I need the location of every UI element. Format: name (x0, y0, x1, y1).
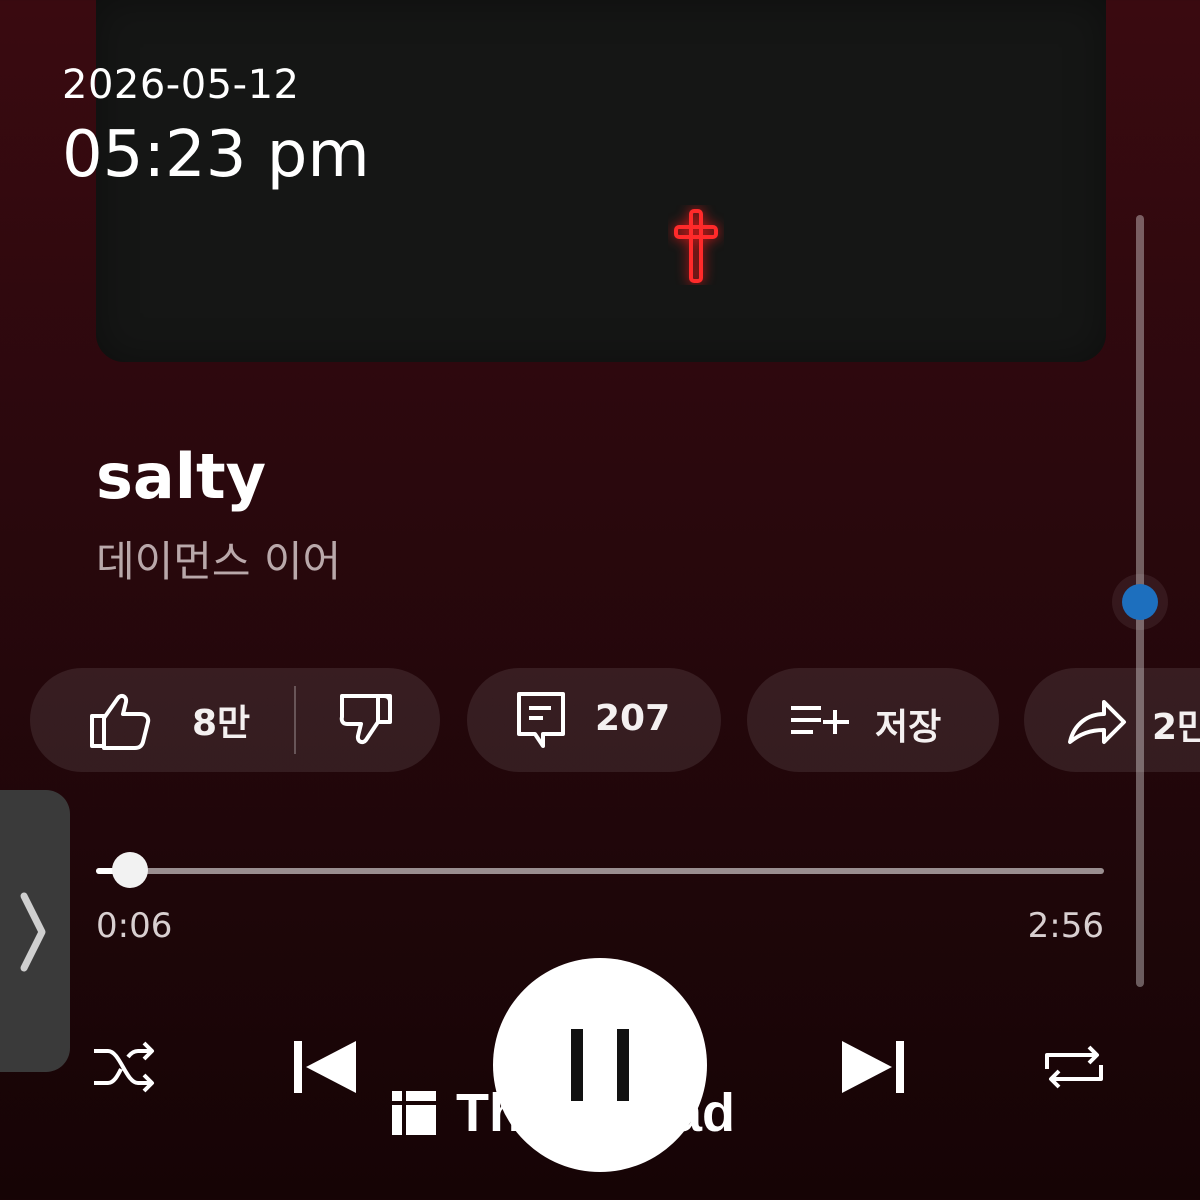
elapsed-time: 0:06 (96, 906, 173, 946)
watermark-logo-icon (392, 1091, 436, 1135)
track-artist[interactable]: 데이먼스 이어 (96, 528, 341, 589)
share-button[interactable]: 2만 (1024, 668, 1200, 772)
status-date: 2026-05-12 (62, 62, 300, 108)
share-icon (1068, 700, 1126, 744)
comment-count: 207 (595, 698, 671, 739)
like-button[interactable]: 8만 (86, 668, 250, 772)
playlist-add-icon (791, 706, 849, 734)
save-button[interactable]: 저장 (747, 668, 999, 772)
vertical-slider-thumb[interactable] (1122, 584, 1158, 620)
next-icon (842, 1041, 904, 1093)
repeat-button[interactable] (1040, 1034, 1108, 1100)
shuffle-button[interactable] (92, 1034, 158, 1100)
like-count: 8만 (192, 703, 251, 744)
thumbs-up-icon (90, 693, 151, 750)
total-duration: 2:56 (1027, 906, 1104, 946)
comments-button[interactable]: 207 (467, 668, 721, 772)
dislike-button[interactable] (338, 690, 396, 750)
comment-icon (517, 692, 565, 748)
previous-icon (294, 1041, 356, 1093)
previous-button[interactable] (290, 1034, 360, 1100)
save-label: 저장 (875, 707, 942, 748)
chevron-right-icon (20, 892, 46, 972)
status-time: 05:23 pm (62, 118, 370, 192)
divider (294, 686, 296, 754)
share-count: 2만 (1152, 707, 1200, 748)
track-title: salty (96, 440, 267, 513)
repeat-icon (1045, 1045, 1103, 1089)
next-button[interactable] (838, 1034, 908, 1100)
thumbs-down-icon (339, 694, 392, 745)
edge-panel-handle[interactable] (0, 790, 70, 1072)
pause-button[interactable] (493, 958, 707, 1172)
pause-icon (571, 1029, 629, 1101)
cross-icon (674, 209, 718, 283)
progress-knob[interactable] (112, 852, 149, 888)
progress-bar[interactable] (96, 852, 1104, 888)
shuffle-icon (94, 1041, 154, 1093)
like-dislike-group: 8만 (30, 668, 440, 772)
